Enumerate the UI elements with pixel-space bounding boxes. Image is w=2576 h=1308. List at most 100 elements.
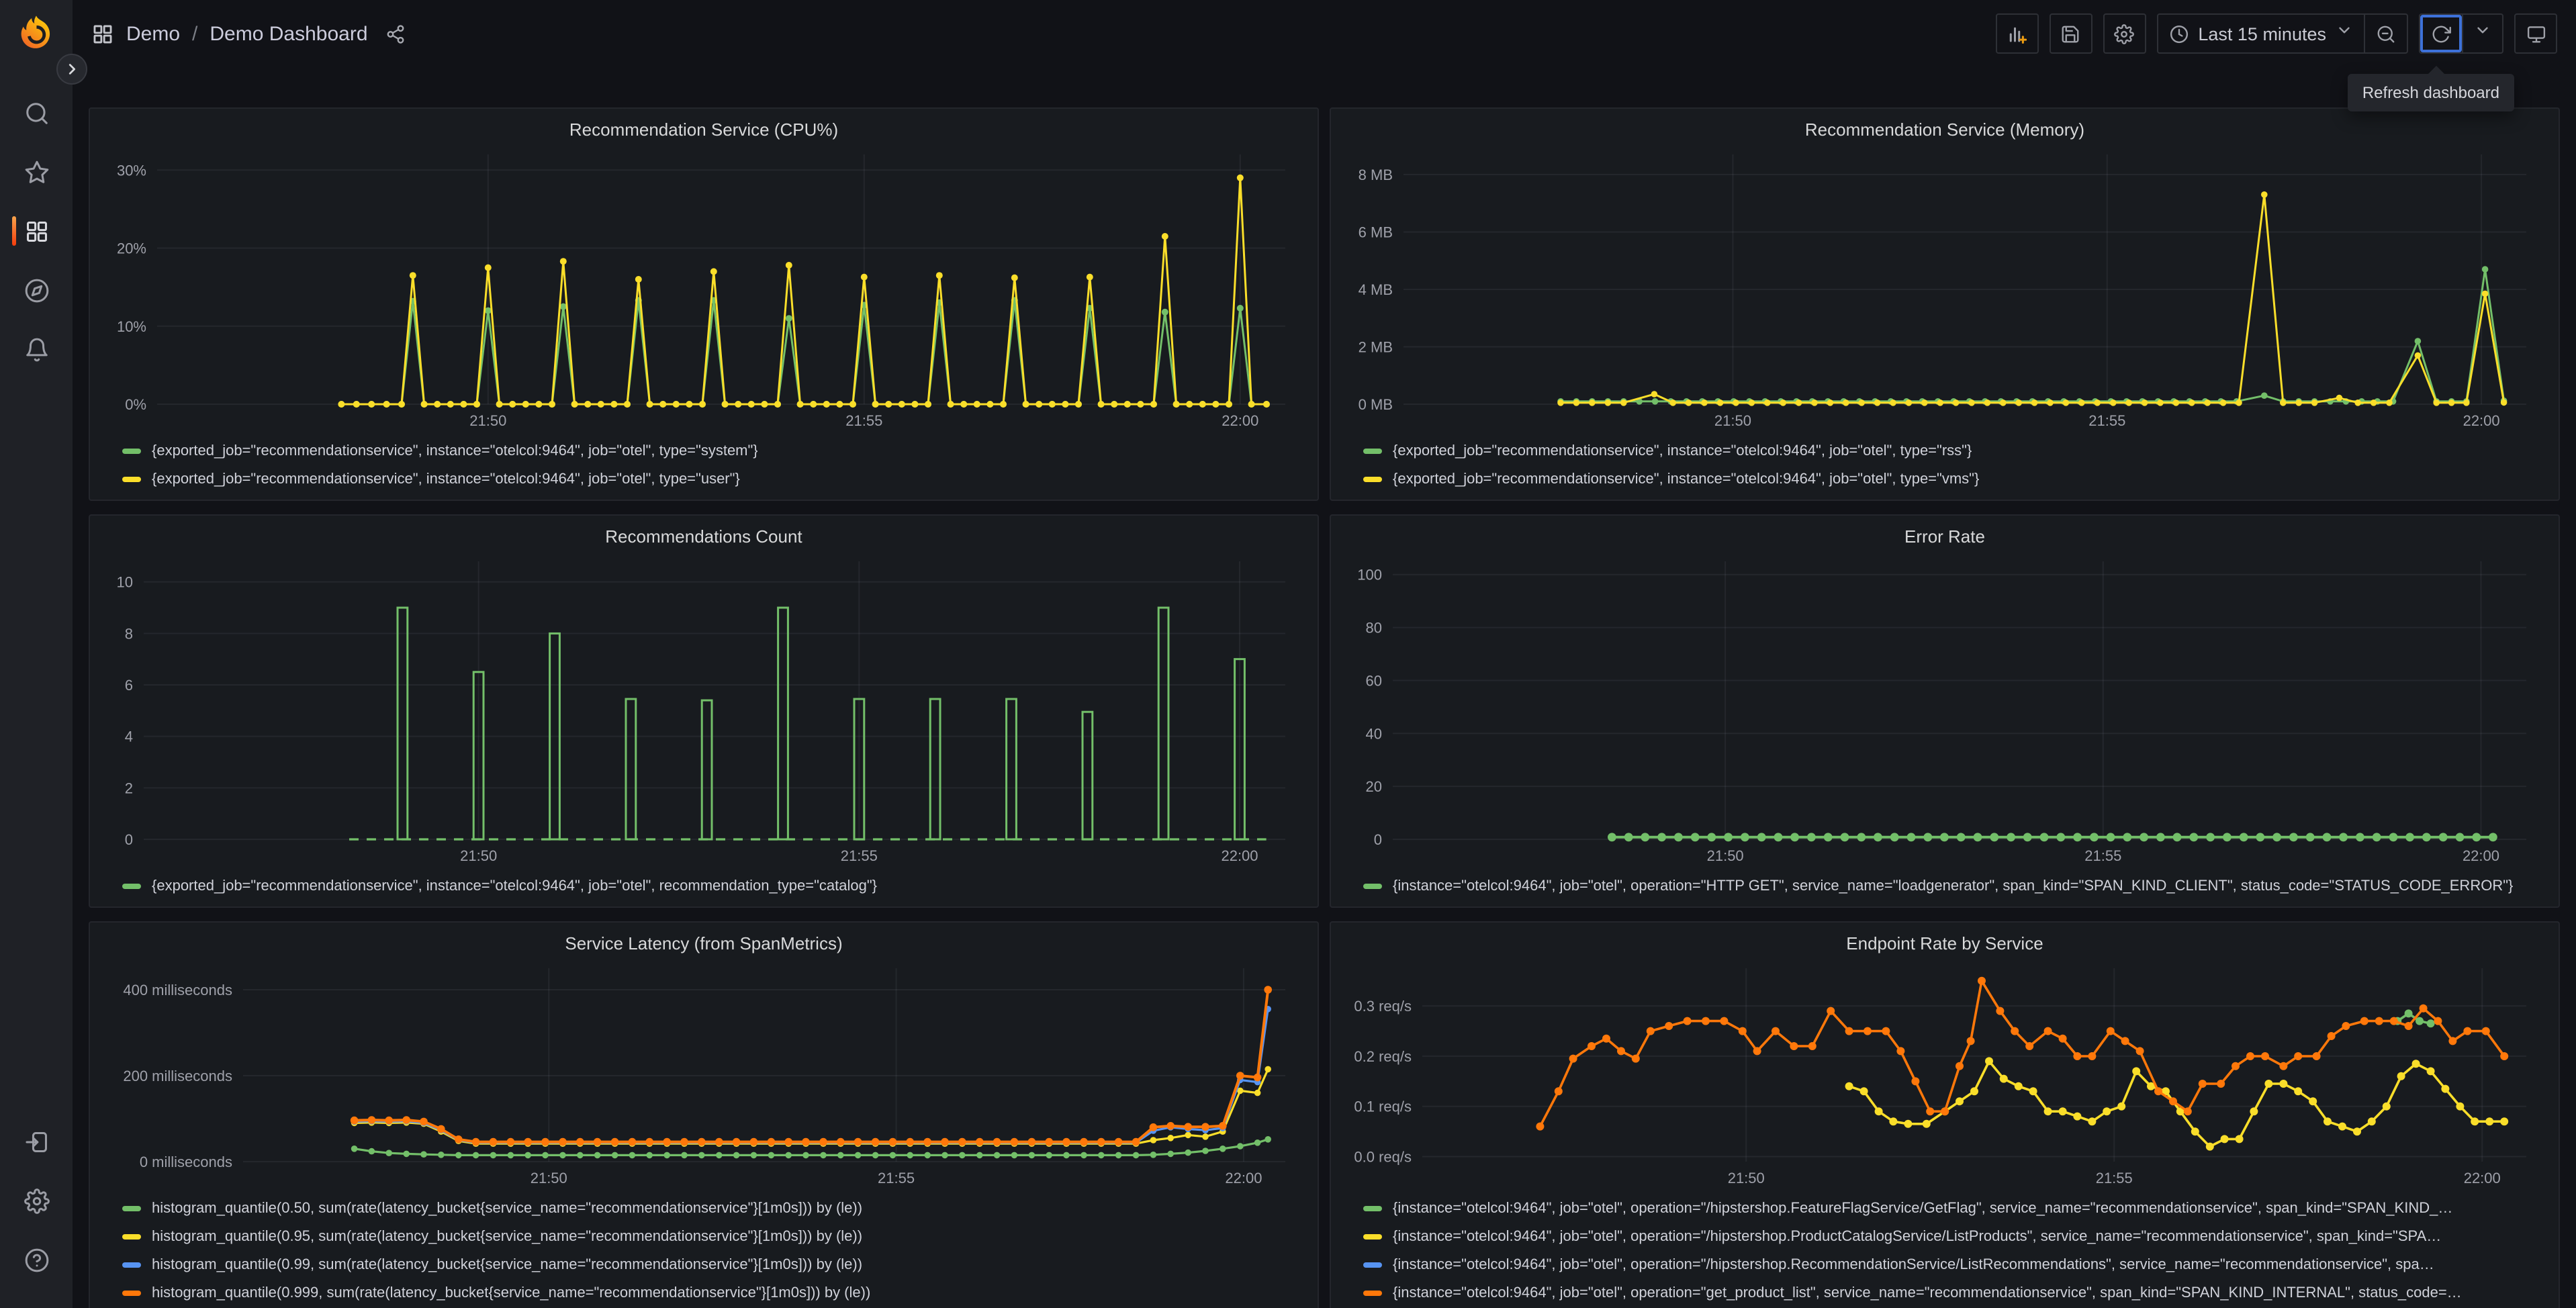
zoom-out-button[interactable] — [2364, 15, 2407, 52]
svg-text:21:55: 21:55 — [845, 412, 882, 429]
svg-text:21:50: 21:50 — [1707, 847, 1744, 864]
sidebar-item-alerting[interactable] — [0, 320, 73, 379]
legend-swatch — [122, 476, 141, 481]
apps-grid-icon — [91, 22, 114, 45]
legend-label: histogram_quantile(0.999, sum(rate(laten… — [152, 1284, 871, 1301]
panel-title[interactable]: Service Latency (from SpanMetrics) — [103, 931, 1304, 957]
svg-text:0: 0 — [1374, 831, 1382, 848]
legend-item[interactable]: {exported_job="recommendationservice", i… — [122, 876, 1304, 896]
legend: histogram_quantile(0.50, sum(rate(latenc… — [103, 1191, 1304, 1305]
timeseries-chart[interactable]: 21:50 21:55 22:00 0% 10% 20% 30% — [103, 144, 1304, 434]
legend-label: {instance="otelcol:9464", job="otel", op… — [1393, 1228, 2442, 1244]
panel-recommendation-service-cpu: Recommendation Service (CPU%) 21:50 21:55… — [89, 107, 1319, 501]
timeseries-chart[interactable]: 21:50 21:55 22:00 0.0 req/s 0.1 req/s 0.2 req… — [1344, 957, 2545, 1191]
legend-label: {exported_job="recommendationservice", i… — [152, 471, 740, 487]
sidebar-item-explore[interactable] — [0, 261, 73, 320]
panel-error-rate: Error Rate 21:50 21:55 22:00 0 20 40 60 80 100 {… — [1330, 514, 2560, 908]
panel-title[interactable]: Recommendation Service (Memory) — [1344, 117, 2545, 144]
sidebar-item-dashboards[interactable] — [0, 201, 73, 261]
legend-item[interactable]: {instance="otelcol:9464", job="otel", op… — [1363, 1226, 2545, 1246]
legend-item[interactable]: {instance="otelcol:9464", job="otel", op… — [1363, 1254, 2545, 1274]
legend-swatch — [122, 1233, 141, 1239]
svg-text:0 milliseconds: 0 milliseconds — [140, 1154, 232, 1170]
legend-item[interactable]: histogram_quantile(0.95, sum(rate(latenc… — [122, 1226, 1304, 1246]
legend: {exported_job="recommendationservice", i… — [1344, 434, 2545, 492]
legend-label: {exported_job="recommendationservice", i… — [152, 878, 878, 894]
zoom-out-icon — [2377, 25, 2395, 42]
timeseries-chart[interactable]: 21:50 21:55 22:00 0 MB 2 MB 4 MB 6 MB 8 MB — [1344, 144, 2545, 434]
search-icon — [26, 102, 47, 124]
timeseries-chart[interactable]: 21:50 21:55 22:00 0 milliseconds 200 millise… — [103, 957, 1304, 1191]
dashboard-settings-button[interactable] — [2103, 13, 2146, 54]
kiosk-mode-button[interactable] — [2514, 13, 2557, 54]
time-range-button[interactable]: Last 15 minutes — [2158, 15, 2364, 52]
panel-title[interactable]: Endpoint Rate by Service — [1344, 931, 2545, 957]
legend-swatch — [122, 1205, 141, 1211]
refresh-button[interactable] — [2420, 15, 2462, 52]
chevron-right-icon — [68, 64, 76, 75]
legend-item[interactable]: {exported_job="recommendationservice", i… — [122, 440, 1304, 461]
legend: {instance="otelcol:9464", job="otel", op… — [1344, 869, 2545, 898]
svg-text:0%: 0% — [125, 396, 146, 413]
sidebar-item-sign-in[interactable] — [0, 1112, 73, 1171]
svg-text:400 milliseconds: 400 milliseconds — [123, 982, 232, 998]
sidebar-item-help[interactable] — [0, 1230, 73, 1289]
svg-text:0.3 req/s: 0.3 req/s — [1354, 998, 1412, 1015]
svg-text:20: 20 — [1366, 778, 1382, 795]
grafana-app: Demo / Demo Dashboard Last 15 minutes Re… — [0, 0, 2576, 1308]
svg-text:200 milliseconds: 200 milliseconds — [123, 1068, 232, 1084]
save-dashboard-button[interactable] — [2049, 13, 2092, 54]
legend-item[interactable]: {exported_job="recommendationservice", i… — [122, 469, 1304, 489]
legend-label: {exported_job="recommendationservice", i… — [1393, 442, 1972, 459]
sidebar-item-configuration[interactable] — [0, 1171, 73, 1230]
legend-label: histogram_quantile(0.50, sum(rate(latenc… — [152, 1200, 863, 1216]
share-icon[interactable] — [385, 24, 406, 44]
legend: {exported_job="recommendationservice", i… — [103, 434, 1304, 492]
legend-label: {instance="otelcol:9464", job="otel", op… — [1393, 1256, 2434, 1272]
panel-title[interactable]: Recommendations Count — [103, 524, 1304, 551]
breadcrumb-folder[interactable]: Demo — [126, 22, 180, 45]
svg-text:10: 10 — [117, 574, 133, 591]
legend-item[interactable]: {exported_job="recommendationservice", i… — [1363, 469, 2545, 489]
help-icon — [24, 1248, 48, 1272]
sidebar-item-favorites[interactable] — [0, 142, 73, 201]
grafana-logo-icon[interactable] — [16, 13, 56, 54]
svg-text:22:00: 22:00 — [2463, 847, 2499, 864]
timeseries-chart[interactable]: 21:50 21:55 22:00 0 20 40 60 80 100 — [1344, 551, 2545, 869]
bell-icon — [26, 337, 47, 361]
sign-in-icon — [25, 1131, 46, 1152]
legend-swatch — [1363, 1233, 1382, 1239]
legend-swatch — [122, 448, 141, 453]
legend-item[interactable]: {exported_job="recommendationservice", i… — [1363, 440, 2545, 461]
svg-text:22:00: 22:00 — [1221, 847, 1258, 864]
legend-item[interactable]: histogram_quantile(0.50, sum(rate(latenc… — [122, 1198, 1304, 1218]
timeseries-chart[interactable]: 21:50 21:55 22:00 0 2 4 6 8 10 — [103, 551, 1304, 869]
breadcrumb-dashboard[interactable]: Demo Dashboard — [210, 22, 367, 45]
legend-label: {exported_job="recommendationservice", i… — [1393, 471, 1980, 487]
legend-item[interactable]: {instance="otelcol:9464", job="otel", op… — [1363, 1282, 2545, 1303]
legend-label: {instance="otelcol:9464", job="otel", op… — [1393, 1284, 2462, 1301]
panel-title[interactable]: Recommendation Service (CPU%) — [103, 117, 1304, 144]
svg-text:6: 6 — [125, 677, 133, 694]
add-panel-button[interactable] — [1995, 13, 2039, 54]
legend-item[interactable]: {instance="otelcol:9464", job="otel", op… — [1363, 1198, 2545, 1218]
gear-icon — [24, 1188, 49, 1213]
clock-icon — [2170, 24, 2188, 43]
legend-label: {instance="otelcol:9464", job="otel", op… — [1393, 878, 2514, 894]
sidebar-item-search[interactable] — [0, 83, 73, 142]
legend-swatch — [1363, 448, 1382, 453]
sidebar-expand-button[interactable] — [56, 54, 87, 85]
refresh-picker — [2419, 13, 2503, 54]
legend-swatch — [1363, 1290, 1382, 1295]
panel-service-latency: Service Latency (from SpanMetrics) 21:50… — [89, 921, 1319, 1308]
panel-title[interactable]: Error Rate — [1344, 524, 2545, 551]
legend-swatch — [1363, 883, 1382, 888]
legend-item[interactable]: {instance="otelcol:9464", job="otel", op… — [1363, 876, 2545, 896]
legend: {exported_job="recommendationservice", i… — [103, 869, 1304, 898]
legend-item[interactable]: histogram_quantile(0.999, sum(rate(laten… — [122, 1282, 1304, 1303]
svg-text:0 MB: 0 MB — [1359, 396, 1393, 413]
refresh-interval-button[interactable] — [2462, 15, 2502, 52]
breadcrumb-separator: / — [192, 22, 198, 45]
svg-text:21:55: 21:55 — [2084, 847, 2121, 864]
legend-item[interactable]: histogram_quantile(0.99, sum(rate(latenc… — [122, 1254, 1304, 1274]
